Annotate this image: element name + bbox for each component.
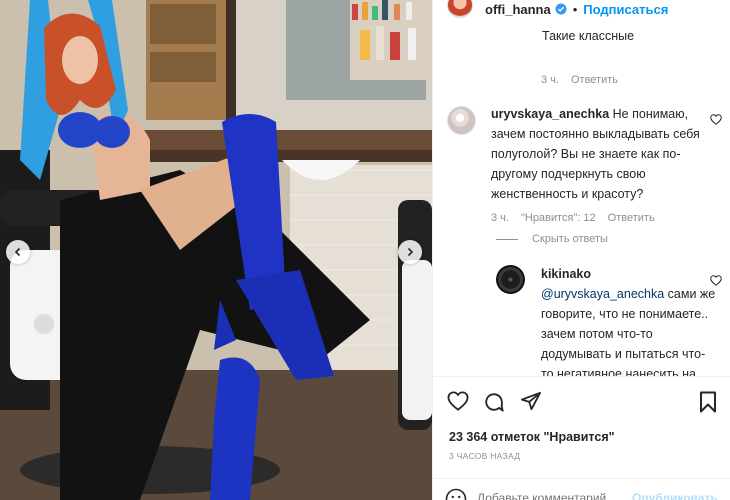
bookmark-icon[interactable] <box>699 391 717 413</box>
comment-meta: 3 ч. Ответить <box>541 74 630 86</box>
comment-text: Такие классные <box>542 29 635 43</box>
comment-like-heart-icon[interactable] <box>710 112 722 130</box>
comments-list[interactable]: Такие классные 3 ч. Ответить uryvskaya_a… <box>433 18 730 376</box>
hide-replies-button[interactable]: Скрыть ответы <box>496 233 608 245</box>
likes-count[interactable]: 23 364 отметок "Нравится" <box>449 430 615 444</box>
post-header: offi_hanna • Подписаться <box>433 0 730 18</box>
reply-body: kikinako @uryvskaya_anechka сами же гово… <box>541 264 717 376</box>
hide-replies-label: Скрыть ответы <box>532 233 608 245</box>
comment-time: 3 ч. <box>541 74 559 86</box>
comment-item: Такие классные 3 ч. Ответить <box>541 26 722 86</box>
comment-likes[interactable]: "Нравится": 12 <box>521 212 596 224</box>
author-username[interactable]: offi_hanna <box>485 2 551 17</box>
comment-input[interactable] <box>477 491 632 500</box>
carousel-prev-button[interactable] <box>6 240 30 264</box>
emoji-icon[interactable] <box>445 488 467 500</box>
share-icon[interactable] <box>520 391 542 411</box>
author-avatar[interactable] <box>447 0 473 18</box>
comment-meta: 3 ч. "Нравится": 12 Ответить <box>491 212 713 224</box>
post-timestamp: 3 ЧАСОВ НАЗАД <box>449 451 521 461</box>
post-comment-button[interactable]: Опубликовать <box>632 491 718 500</box>
header-separator: • <box>572 1 578 17</box>
reply-button[interactable]: Ответить <box>608 212 655 224</box>
reply-item: kikinako @uryvskaya_anechka сами же гово… <box>541 264 717 376</box>
post-actions <box>433 376 730 426</box>
chevron-right-icon <box>407 247 414 257</box>
comment-item: uryvskaya_anechka Не понимаю, зачем пост… <box>491 104 713 224</box>
commenter-avatar[interactable] <box>447 106 476 135</box>
divider-line <box>496 238 518 240</box>
commenter-username[interactable]: uryvskaya_anechka <box>491 107 609 121</box>
comment-time: 3 ч. <box>491 212 509 224</box>
comment-body: uryvskaya_anechka Не понимаю, зачем пост… <box>491 104 713 204</box>
photo-illustration <box>0 0 432 500</box>
comment-text: Не понимаю, зачем постоянно выкладывать … <box>491 107 700 201</box>
reply-avatar[interactable] <box>496 265 525 294</box>
heart-icon[interactable] <box>447 391 469 411</box>
mention-link[interactable]: @uryvskaya_anechka <box>541 287 664 301</box>
reply-username[interactable]: kikinako <box>541 267 591 281</box>
chevron-left-icon <box>14 247 21 257</box>
post-photo <box>0 0 432 500</box>
reply-like-heart-icon[interactable] <box>710 273 722 291</box>
carousel-next-button[interactable] <box>398 240 422 264</box>
reply-button[interactable]: Ответить <box>571 74 618 86</box>
post-side-panel: offi_hanna • Подписаться Такие классные … <box>432 0 730 500</box>
add-comment-bar: Опубликовать <box>433 478 730 500</box>
follow-button[interactable]: Подписаться <box>583 2 668 17</box>
comment-icon[interactable] <box>483 391 505 413</box>
verified-badge-icon <box>555 3 567 15</box>
